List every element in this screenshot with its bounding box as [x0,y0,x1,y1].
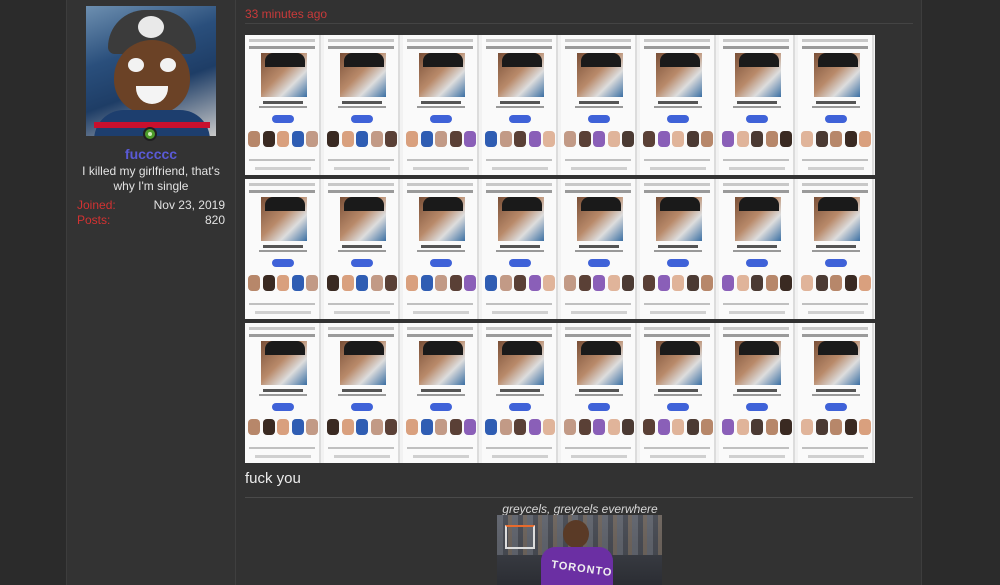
page-margin-left [0,0,66,585]
post-body-text: fuck you [245,470,301,487]
phone-screenshot [245,323,321,463]
basketball-hoop-icon [505,525,535,549]
attached-image-2[interactable] [245,179,875,319]
phone-screenshot [561,323,637,463]
stat-joined-value: Nov 23, 2019 [153,198,225,212]
stat-posts-label: Posts: [77,213,111,227]
forum-post: fuccccc I killed my girlfriend, that's w… [66,0,922,585]
post-header-divider [245,23,913,24]
phone-screenshot [798,179,874,319]
phone-screenshot [482,323,558,463]
user-avatar[interactable] [86,6,216,136]
phone-screenshot [640,35,716,175]
phone-screenshot [245,179,321,319]
page-margin-right [922,0,1000,585]
phone-screenshot [798,323,874,463]
attached-image-3[interactable] [245,323,875,463]
phone-screenshot [324,179,400,319]
phone-screenshot [403,323,479,463]
signature-image: TORONTO [497,515,662,585]
post-user-sidebar: fuccccc I killed my girlfriend, that's w… [67,0,236,585]
stat-joined-label: Joined: [77,198,116,212]
phone-screenshot [403,179,479,319]
stat-posts-value[interactable]: 820 [205,213,225,227]
phone-screenshot [245,35,321,175]
phone-screenshot [324,35,400,175]
phone-screenshot [798,35,874,175]
phone-screenshot [561,179,637,319]
user-title: I killed my girlfriend, that's why I'm s… [82,164,220,193]
post-content: 33 minutes ago fuck you greycels, greyce… [245,0,913,585]
phone-screenshot [719,179,795,319]
phone-screenshot [482,179,558,319]
stat-posts: Posts: 820 [77,213,225,227]
phone-screenshot [640,323,716,463]
signature-divider [245,497,913,498]
phone-screenshot [719,323,795,463]
phone-screenshot [561,35,637,175]
phone-screenshot [324,323,400,463]
phone-screenshot [640,179,716,319]
attached-image-1[interactable] [245,35,875,175]
phone-screenshot [403,35,479,175]
post-timestamp[interactable]: 33 minutes ago [245,7,327,21]
stat-joined: Joined: Nov 23, 2019 [77,198,225,212]
online-status-icon [143,127,157,141]
phone-screenshot [719,35,795,175]
phone-screenshot [482,35,558,175]
username-link[interactable]: fuccccc [67,146,235,162]
signature-caption: greycels, greycels everwhere [502,502,658,516]
